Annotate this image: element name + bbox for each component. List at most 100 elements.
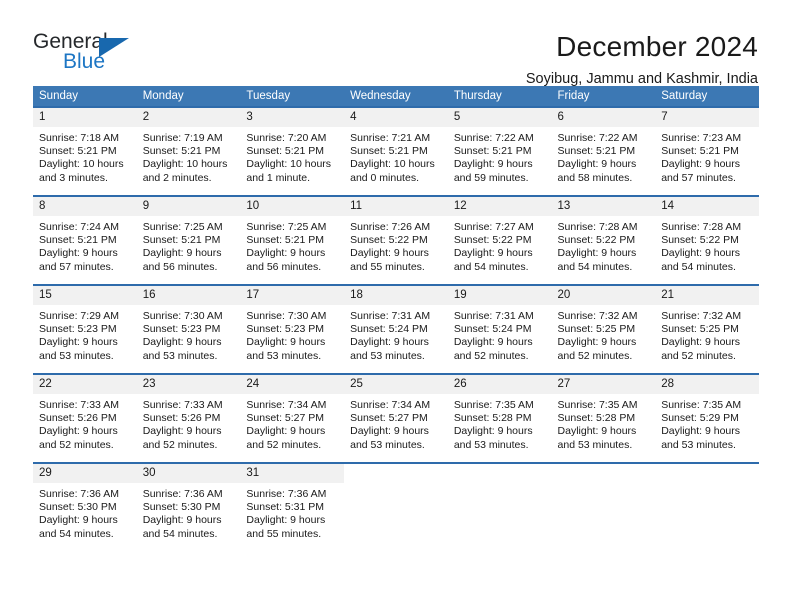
calendar-day-cell[interactable]: 23 Sunrise: 7:33 AM Sunset: 5:26 PM Dayligh… [136,373,241,463]
day-cell-inner: 14 Sunrise: 7:28 AM Sunset: 5:22 PM Dayligh… [655,197,759,284]
calendar-day-cell[interactable]: 26 Sunrise: 7:35 AM Sunset: 5:28 PM Dayligh… [447,373,552,463]
daylight-text-line2: and 55 minutes. [246,527,322,540]
day-cell-inner: 1 Sunrise: 7:18 AM Sunset: 5:21 PM Daylight… [33,108,137,195]
calendar-day-cell[interactable]: 2 Sunrise: 7:19 AM Sunset: 5:21 PM Daylight… [136,106,241,196]
calendar-week-row: 15 Sunrise: 7:29 AM Sunset: 5:23 PM Dayligh… [33,284,759,374]
sunset-text: Sunset: 5:23 PM [142,323,221,336]
day-events: Sunrise: 7:33 AM Sunset: 5:26 PM Daylight:… [137,394,241,452]
day-events: Sunrise: 7:33 AM Sunset: 5:26 PM Daylight:… [33,394,137,452]
daylight-text-line1: Daylight: 10 hours [350,158,435,171]
calendar-day-cell[interactable]: 17 Sunrise: 7:30 AM Sunset: 5:23 PM Dayligh… [240,284,345,374]
day-cell-inner [344,464,448,551]
general-blue-logo[interactable]: General Blue [33,30,153,76]
sunset-text: Sunset: 5:21 PM [557,145,636,158]
calendar-day-cell[interactable]: 8 Sunrise: 7:24 AM Sunset: 5:21 PM Daylight… [33,195,137,285]
day-events: Sunrise: 7:30 AM Sunset: 5:23 PM Daylight:… [137,305,241,363]
day-cell-inner: 3 Sunrise: 7:20 AM Sunset: 5:21 PM Daylight… [240,108,345,195]
calendar-day-cell[interactable]: 24 Sunrise: 7:34 AM Sunset: 5:27 PM Dayligh… [240,373,345,463]
calendar-day-cell[interactable]: 28 Sunrise: 7:35 AM Sunset: 5:29 PM Dayligh… [655,373,759,463]
sunrise-text: Sunrise: 7:22 AM [557,132,638,144]
calendar-day-cell[interactable]: 10 Sunrise: 7:25 AM Sunset: 5:21 PM Dayligh… [240,195,345,285]
calendar-day-cell[interactable]: 1 Sunrise: 7:18 AM Sunset: 5:21 PM Daylight… [33,106,137,196]
day-cell-inner: 6 Sunrise: 7:22 AM Sunset: 5:21 PM Daylight… [551,108,656,195]
daylight-text-line1: Daylight: 9 hours [661,158,741,171]
daylight-text-line1: Daylight: 9 hours [39,514,118,527]
daylight-text-line1: Daylight: 9 hours [453,158,533,171]
sunset-text: Sunset: 5:24 PM [453,323,532,336]
day-cell-inner: 11 Sunrise: 7:26 AM Sunset: 5:22 PM Dayligh… [344,197,448,284]
calendar-day-cell[interactable]: 22 Sunrise: 7:33 AM Sunset: 5:26 PM Dayligh… [33,373,137,463]
sunset-text: Sunset: 5:29 PM [661,412,739,425]
calendar-empty-cell [447,462,552,552]
calendar-page: General Blue December 2024 Soyibug, Jamm… [0,0,792,612]
calendar-day-cell[interactable]: 12 Sunrise: 7:27 AM Sunset: 5:22 PM Dayligh… [447,195,552,285]
calendar-day-cell[interactable]: 20 Sunrise: 7:32 AM Sunset: 5:25 PM Dayligh… [551,284,656,374]
sunset-text: Sunset: 5:30 PM [142,501,221,514]
day-number [655,464,759,483]
day-events: Sunrise: 7:25 AM Sunset: 5:21 PM Daylight:… [240,216,344,274]
calendar-head: Sunday Monday Tuesday Wednesday Thursday… [33,86,759,107]
day-number: 11 [344,197,448,216]
sunset-text: Sunset: 5:21 PM [453,145,532,158]
calendar-day-cell[interactable]: 25 Sunrise: 7:34 AM Sunset: 5:27 PM Dayligh… [344,373,448,463]
calendar-day-cell[interactable]: 30 Sunrise: 7:36 AM Sunset: 5:30 PM Dayligh… [136,462,241,552]
sunrise-text: Sunrise: 7:27 AM [453,221,534,233]
calendar-day-cell[interactable]: 3 Sunrise: 7:20 AM Sunset: 5:21 PM Daylight… [240,106,345,196]
weekday-header-row: Sunday Monday Tuesday Wednesday Thursday… [33,86,759,107]
calendar-day-cell[interactable]: 16 Sunrise: 7:30 AM Sunset: 5:23 PM Dayligh… [136,284,241,374]
calendar-day-cell[interactable]: 15 Sunrise: 7:29 AM Sunset: 5:23 PM Dayligh… [33,284,137,374]
sunrise-text: Sunrise: 7:18 AM [39,132,119,144]
calendar-table: Sunday Monday Tuesday Wednesday Thursday… [33,86,759,552]
sunrise-text: Sunrise: 7:28 AM [661,221,742,233]
calendar-day-cell[interactable]: 27 Sunrise: 7:35 AM Sunset: 5:28 PM Dayligh… [551,373,656,463]
day-events: Sunrise: 7:30 AM Sunset: 5:23 PM Daylight:… [240,305,344,363]
calendar-day-cell[interactable]: 11 Sunrise: 7:26 AM Sunset: 5:22 PM Dayligh… [344,195,448,285]
daylight-text-line2: and 52 minutes. [557,349,633,362]
sunrise-text: Sunrise: 7:22 AM [453,132,534,144]
calendar-day-cell[interactable]: 13 Sunrise: 7:28 AM Sunset: 5:22 PM Dayligh… [551,195,656,285]
day-number: 9 [136,197,241,216]
day-cell-inner: 27 Sunrise: 7:35 AM Sunset: 5:28 PM Dayligh… [551,375,656,462]
calendar-day-cell[interactable]: 19 Sunrise: 7:31 AM Sunset: 5:24 PM Dayligh… [447,284,552,374]
daylight-text-line1: Daylight: 10 hours [246,158,332,171]
calendar-day-cell[interactable]: 21 Sunrise: 7:32 AM Sunset: 5:25 PM Dayligh… [655,284,759,374]
daylight-text-line2: and 59 minutes. [453,171,529,184]
day-events: Sunrise: 7:32 AM Sunset: 5:25 PM Daylight:… [655,305,759,363]
day-events: Sunrise: 7:22 AM Sunset: 5:21 PM Daylight:… [448,127,552,185]
calendar-day-cell[interactable]: 9 Sunrise: 7:25 AM Sunset: 5:21 PM Daylight… [136,195,241,285]
daylight-text-line2: and 57 minutes. [661,171,736,184]
calendar-day-cell[interactable]: 29 Sunrise: 7:36 AM Sunset: 5:30 PM Dayligh… [33,462,137,552]
calendar-day-cell[interactable]: 6 Sunrise: 7:22 AM Sunset: 5:21 PM Daylight… [551,106,656,196]
sunrise-text: Sunrise: 7:33 AM [39,399,119,411]
calendar-day-cell[interactable]: 5 Sunrise: 7:22 AM Sunset: 5:21 PM Daylight… [447,106,552,196]
sunset-text: Sunset: 5:31 PM [246,501,325,514]
day-events: Sunrise: 7:18 AM Sunset: 5:21 PM Daylight:… [33,127,137,185]
daylight-text-line1: Daylight: 10 hours [142,158,228,171]
calendar-day-cell[interactable]: 7 Sunrise: 7:23 AM Sunset: 5:21 PM Daylight… [655,106,759,196]
day-number: 30 [136,464,241,483]
calendar-day-cell[interactable]: 31 Sunrise: 7:36 AM Sunset: 5:31 PM Dayligh… [240,462,345,552]
sunset-text: Sunset: 5:26 PM [142,412,221,425]
day-events: Sunrise: 7:19 AM Sunset: 5:21 PM Daylight:… [137,127,241,185]
calendar-day-cell[interactable]: 4 Sunrise: 7:21 AM Sunset: 5:21 PM Daylight… [344,106,448,196]
daylight-text-line2: and 53 minutes. [142,349,218,362]
daylight-text-line1: Daylight: 10 hours [39,158,124,171]
daylight-text-line2: and 56 minutes. [142,260,218,273]
daylight-text-line2: and 58 minutes. [557,171,633,184]
day-number: 16 [136,286,241,305]
sunrise-text: Sunrise: 7:31 AM [453,310,534,322]
day-number: 13 [551,197,656,216]
calendar-day-cell[interactable]: 14 Sunrise: 7:28 AM Sunset: 5:22 PM Dayligh… [655,195,759,285]
daylight-text-line1: Daylight: 9 hours [350,336,429,349]
sunrise-text: Sunrise: 7:25 AM [142,221,223,233]
sunrise-text: Sunrise: 7:19 AM [142,132,223,144]
calendar-day-cell[interactable]: 18 Sunrise: 7:31 AM Sunset: 5:24 PM Dayligh… [344,284,448,374]
day-cell-inner: 4 Sunrise: 7:21 AM Sunset: 5:21 PM Daylight… [344,108,448,195]
daylight-text-line2: and 54 minutes. [453,260,529,273]
day-number: 1 [33,108,137,127]
daylight-text-line2: and 52 minutes. [661,349,736,362]
sunrise-text: Sunrise: 7:28 AM [557,221,638,233]
sunrise-text: Sunrise: 7:30 AM [142,310,223,322]
daylight-text-line2: and 54 minutes. [661,260,736,273]
day-cell-inner: 24 Sunrise: 7:34 AM Sunset: 5:27 PM Dayligh… [240,375,345,462]
